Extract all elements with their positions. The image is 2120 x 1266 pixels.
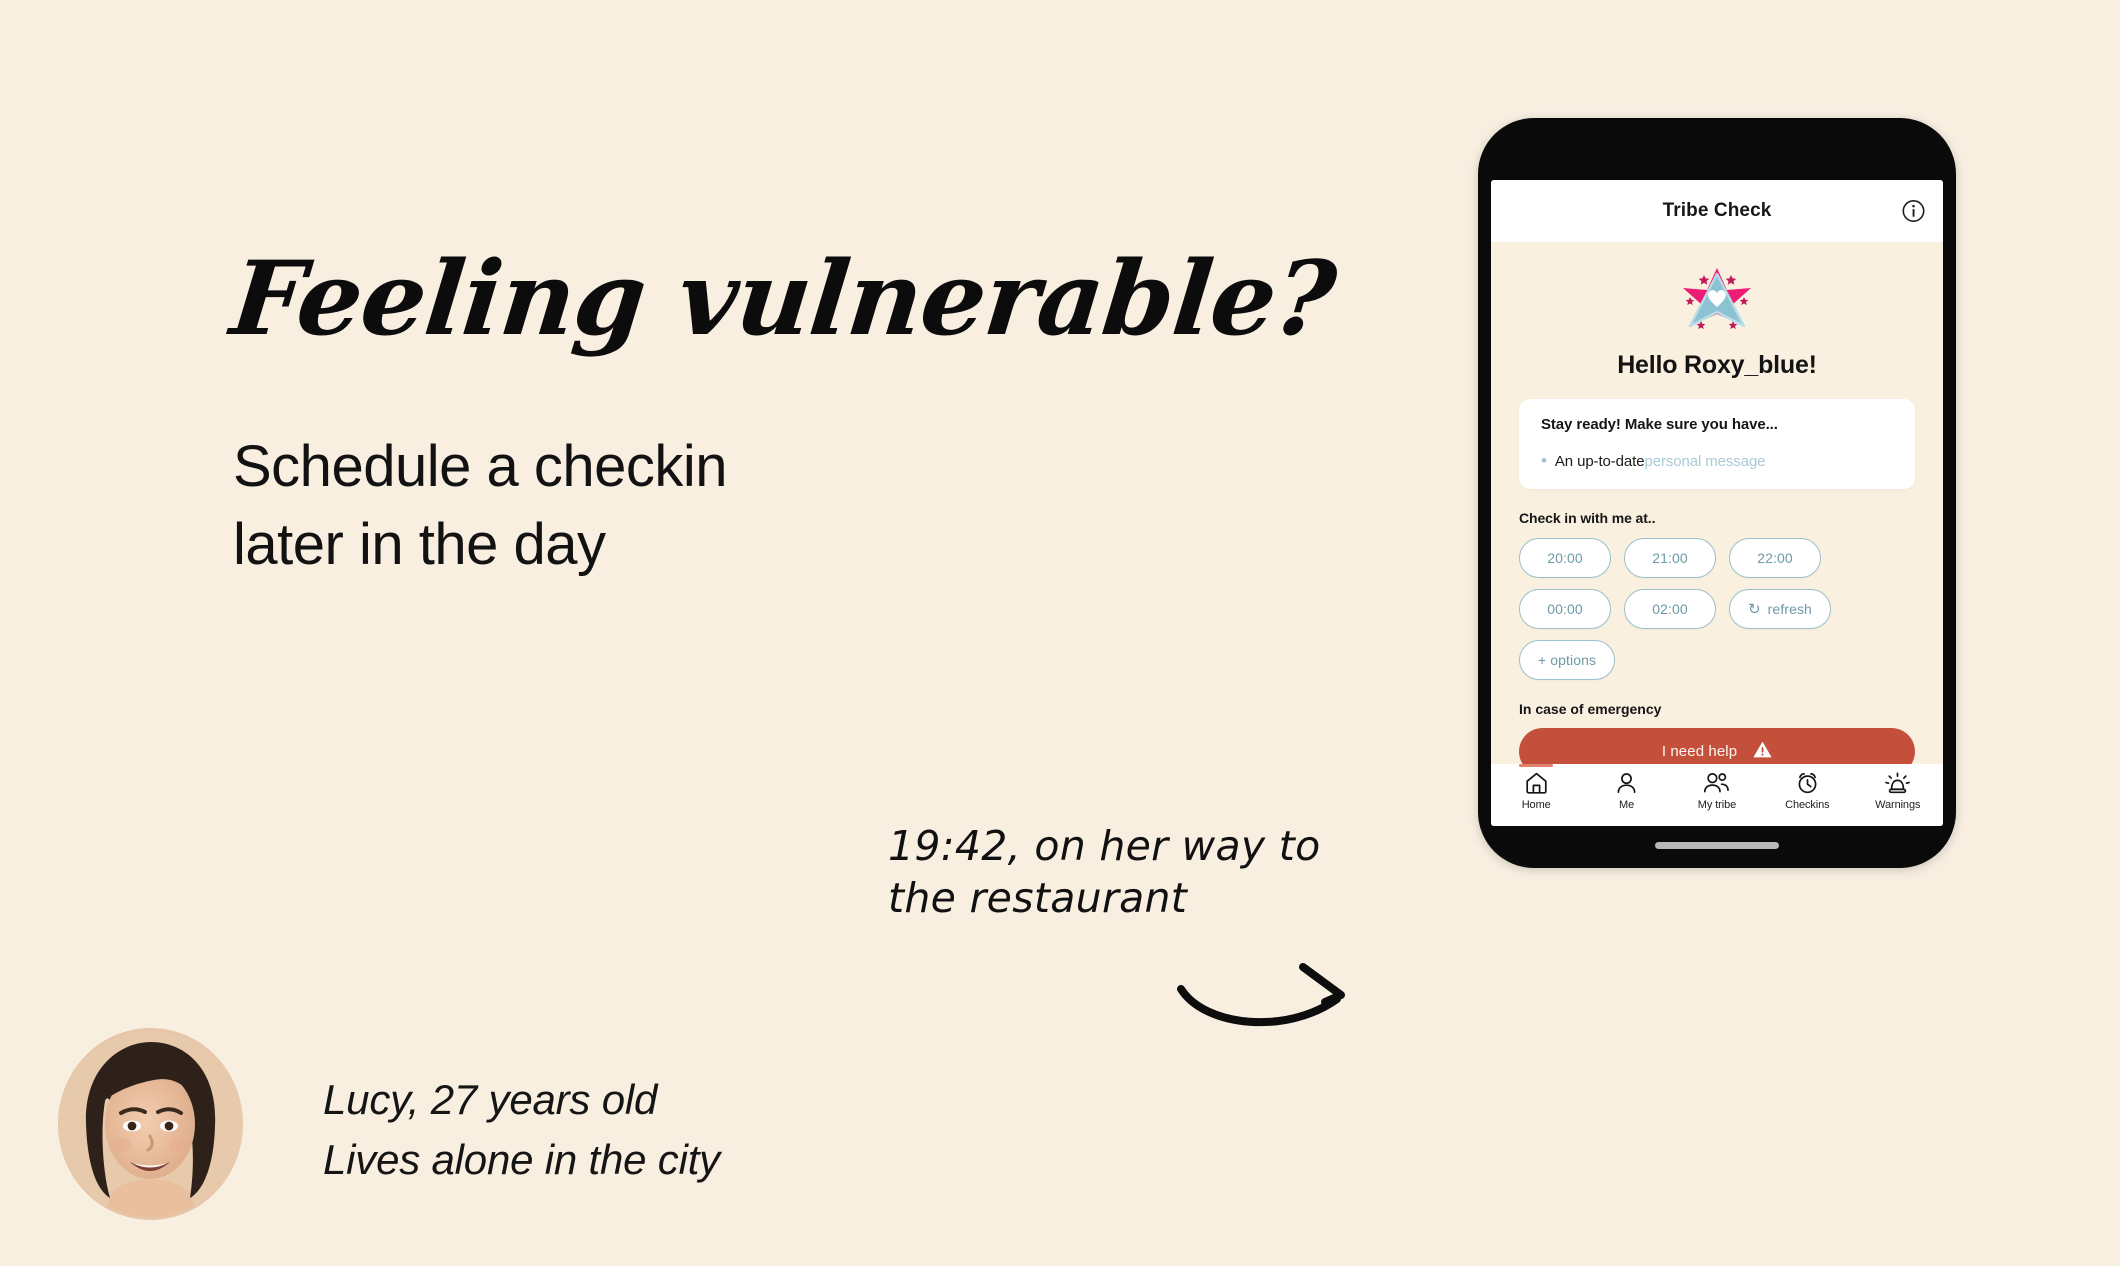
phone-mockup: Tribe Check Hello Roxy_blue! Stay ready!… bbox=[1478, 118, 1956, 868]
help-button-label: I need help bbox=[1661, 743, 1738, 760]
refresh-icon: ↻ bbox=[1748, 600, 1761, 618]
chip-label: 22:00 bbox=[1757, 550, 1793, 566]
home-icon bbox=[1524, 771, 1549, 795]
persona-block: Lucy, 27 years old Lives alone in the ci… bbox=[58, 1028, 758, 1228]
nav-label: My tribe bbox=[1697, 799, 1737, 811]
chip-label: 21:00 bbox=[1652, 550, 1688, 566]
active-tab-indicator bbox=[1519, 764, 1554, 767]
personal-message-link[interactable]: personal message bbox=[1644, 453, 1765, 470]
curved-arrow-icon bbox=[1175, 925, 1385, 1035]
siren-icon bbox=[1884, 771, 1911, 795]
info-circle-icon[interactable] bbox=[1901, 199, 1926, 224]
persona-line-2: Lives alone in the city bbox=[323, 1135, 720, 1183]
chip-time-2000[interactable]: 20:00 bbox=[1519, 538, 1611, 578]
chip-label: 00:00 bbox=[1547, 601, 1583, 617]
stay-ready-title: Stay ready! Make sure you have... bbox=[1541, 416, 1778, 433]
chip-time-2100[interactable]: 21:00 bbox=[1624, 538, 1716, 578]
nav-item-checkins[interactable]: Checkins bbox=[1764, 771, 1850, 811]
person-icon bbox=[1614, 771, 1639, 795]
home-indicator-bar bbox=[1655, 842, 1779, 849]
app-content: Hello Roxy_blue! Stay ready! Make sure y… bbox=[1491, 242, 1943, 826]
nav-item-home[interactable]: Home bbox=[1493, 764, 1579, 811]
warning-triangle-icon bbox=[1753, 741, 1772, 763]
phone-screen: Tribe Check Hello Roxy_blue! Stay ready!… bbox=[1491, 180, 1943, 826]
tribe-check-star-heart-logo bbox=[1678, 242, 1756, 341]
chip-refresh[interactable]: ↻ refresh bbox=[1729, 589, 1831, 629]
chip-label: refresh bbox=[1767, 601, 1812, 617]
checkin-time-chips: 20:00 21:00 22:00 00:00 02:00 ↻ refresh … bbox=[1519, 538, 1915, 680]
nav-label: Checkins bbox=[1785, 799, 1830, 811]
chip-time-0200[interactable]: 02:00 bbox=[1624, 589, 1716, 629]
nav-label: Me bbox=[1619, 799, 1635, 811]
nav-item-warnings[interactable]: Warnings bbox=[1855, 771, 1941, 811]
checkin-section-label: Check in with me at.. bbox=[1519, 510, 1656, 526]
app-header: Tribe Check bbox=[1491, 180, 1943, 242]
chip-label: 20:00 bbox=[1547, 550, 1583, 566]
annotation-line-2: the restaurant bbox=[888, 874, 1188, 923]
left-content-panel: Feeling vulnerable? Schedule a checkin l… bbox=[0, 0, 1430, 1266]
nav-item-me[interactable]: Me bbox=[1584, 771, 1670, 811]
app-title: Tribe Check bbox=[1662, 200, 1772, 221]
stay-ready-bullet-item: • An up-to-date personal message bbox=[1541, 452, 1893, 470]
subheadline-line-2: later in the day bbox=[233, 512, 606, 578]
bullet-text: An up-to-date bbox=[1554, 453, 1645, 470]
subheadline-line-1: Schedule a checkin bbox=[233, 434, 728, 499]
nav-item-my-tribe[interactable]: My tribe bbox=[1674, 771, 1760, 811]
annotation-line-1: 19:42, on her way to bbox=[888, 822, 1321, 870]
page-headline: Feeling vulnerable? bbox=[225, 239, 1341, 359]
stay-ready-card: Stay ready! Make sure you have... • An u… bbox=[1519, 399, 1915, 489]
bottom-navigation-bar: Home Me My tribe Checkins Warnings bbox=[1491, 764, 1943, 826]
bullet-dot-icon: • bbox=[1541, 451, 1547, 470]
chip-label: + options bbox=[1538, 652, 1597, 668]
page-subheadline: Schedule a checkin later in the day bbox=[233, 428, 728, 585]
chip-time-2200[interactable]: 22:00 bbox=[1729, 538, 1821, 578]
chip-label: 02:00 bbox=[1652, 601, 1688, 617]
alarm-clock-icon bbox=[1795, 771, 1820, 795]
greeting-text: Hello Roxy_blue! bbox=[1617, 351, 1817, 379]
persona-description: Lucy, 27 years old Lives alone in the ci… bbox=[323, 1070, 720, 1189]
people-group-icon bbox=[1702, 771, 1731, 795]
persona-line-1: Lucy, 27 years old bbox=[323, 1076, 658, 1123]
chip-more-options[interactable]: + options bbox=[1519, 640, 1616, 680]
nav-label: Warnings bbox=[1875, 799, 1921, 811]
emergency-section-label: In case of emergency bbox=[1519, 701, 1662, 717]
chip-time-0000[interactable]: 00:00 bbox=[1519, 589, 1611, 629]
avatar bbox=[58, 1028, 243, 1220]
scenario-annotation: 19:42, on her way to the restaurant bbox=[888, 820, 1321, 925]
nav-label: Home bbox=[1521, 799, 1551, 811]
